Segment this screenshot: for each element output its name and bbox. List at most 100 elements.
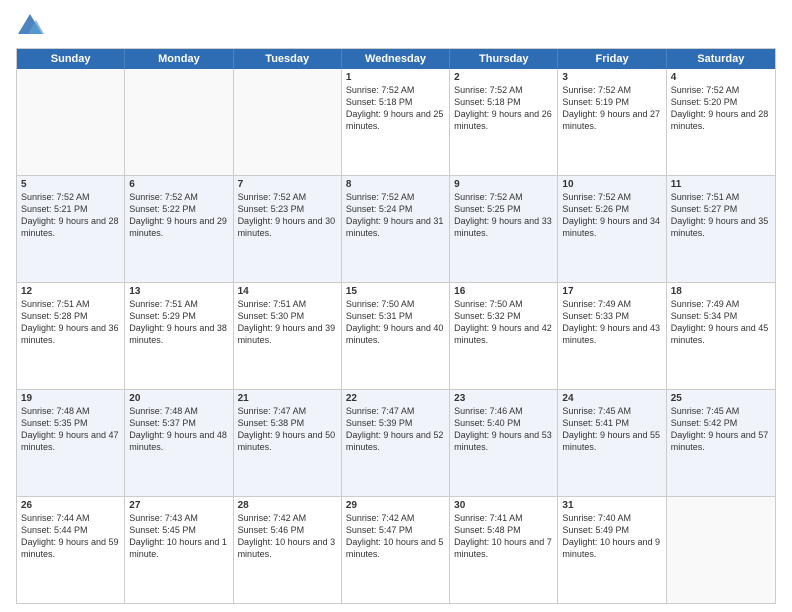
calendar-day-28: 28Sunrise: 7:42 AM Sunset: 5:46 PM Dayli… [234, 497, 342, 603]
day-info: Sunrise: 7:52 AM Sunset: 5:19 PM Dayligh… [562, 84, 661, 133]
calendar-week-4: 19Sunrise: 7:48 AM Sunset: 5:35 PM Dayli… [17, 389, 775, 496]
day-number: 26 [21, 500, 120, 511]
calendar-day-20: 20Sunrise: 7:48 AM Sunset: 5:37 PM Dayli… [125, 390, 233, 496]
day-number: 2 [454, 72, 553, 83]
day-number: 18 [671, 286, 771, 297]
calendar-day-21: 21Sunrise: 7:47 AM Sunset: 5:38 PM Dayli… [234, 390, 342, 496]
day-number: 13 [129, 286, 228, 297]
day-number: 7 [238, 179, 337, 190]
day-number: 24 [562, 393, 661, 404]
calendar-header: SundayMondayTuesdayWednesdayThursdayFrid… [17, 49, 775, 69]
calendar-day-2: 2Sunrise: 7:52 AM Sunset: 5:18 PM Daylig… [450, 69, 558, 175]
weekday-header-friday: Friday [558, 49, 666, 69]
calendar-day-31: 31Sunrise: 7:40 AM Sunset: 5:49 PM Dayli… [558, 497, 666, 603]
day-number: 9 [454, 179, 553, 190]
day-number: 11 [671, 179, 771, 190]
day-number: 30 [454, 500, 553, 511]
day-info: Sunrise: 7:51 AM Sunset: 5:29 PM Dayligh… [129, 298, 228, 347]
calendar-day-30: 30Sunrise: 7:41 AM Sunset: 5:48 PM Dayli… [450, 497, 558, 603]
day-number: 23 [454, 393, 553, 404]
day-number: 6 [129, 179, 228, 190]
weekday-header-monday: Monday [125, 49, 233, 69]
day-number: 3 [562, 72, 661, 83]
day-info: Sunrise: 7:45 AM Sunset: 5:41 PM Dayligh… [562, 405, 661, 454]
day-info: Sunrise: 7:45 AM Sunset: 5:42 PM Dayligh… [671, 405, 771, 454]
day-info: Sunrise: 7:51 AM Sunset: 5:27 PM Dayligh… [671, 191, 771, 240]
day-number: 20 [129, 393, 228, 404]
weekday-header-tuesday: Tuesday [234, 49, 342, 69]
calendar-day-12: 12Sunrise: 7:51 AM Sunset: 5:28 PM Dayli… [17, 283, 125, 389]
day-number: 31 [562, 500, 661, 511]
day-number: 15 [346, 286, 445, 297]
day-number: 4 [671, 72, 771, 83]
weekday-header-saturday: Saturday [667, 49, 775, 69]
day-info: Sunrise: 7:52 AM Sunset: 5:18 PM Dayligh… [346, 84, 445, 133]
calendar-day-4: 4Sunrise: 7:52 AM Sunset: 5:20 PM Daylig… [667, 69, 775, 175]
calendar-day-17: 17Sunrise: 7:49 AM Sunset: 5:33 PM Dayli… [558, 283, 666, 389]
calendar-day-14: 14Sunrise: 7:51 AM Sunset: 5:30 PM Dayli… [234, 283, 342, 389]
day-info: Sunrise: 7:40 AM Sunset: 5:49 PM Dayligh… [562, 512, 661, 561]
day-number: 17 [562, 286, 661, 297]
calendar-day-5: 5Sunrise: 7:52 AM Sunset: 5:21 PM Daylig… [17, 176, 125, 282]
day-info: Sunrise: 7:51 AM Sunset: 5:28 PM Dayligh… [21, 298, 120, 347]
calendar-day-9: 9Sunrise: 7:52 AM Sunset: 5:25 PM Daylig… [450, 176, 558, 282]
day-number: 8 [346, 179, 445, 190]
calendar-day-18: 18Sunrise: 7:49 AM Sunset: 5:34 PM Dayli… [667, 283, 775, 389]
calendar-week-1: 1Sunrise: 7:52 AM Sunset: 5:18 PM Daylig… [17, 69, 775, 175]
calendar-day-empty [234, 69, 342, 175]
day-info: Sunrise: 7:48 AM Sunset: 5:37 PM Dayligh… [129, 405, 228, 454]
weekday-header-thursday: Thursday [450, 49, 558, 69]
day-info: Sunrise: 7:44 AM Sunset: 5:44 PM Dayligh… [21, 512, 120, 561]
calendar-day-7: 7Sunrise: 7:52 AM Sunset: 5:23 PM Daylig… [234, 176, 342, 282]
day-info: Sunrise: 7:52 AM Sunset: 5:20 PM Dayligh… [671, 84, 771, 133]
calendar-day-22: 22Sunrise: 7:47 AM Sunset: 5:39 PM Dayli… [342, 390, 450, 496]
day-number: 14 [238, 286, 337, 297]
day-number: 28 [238, 500, 337, 511]
calendar: SundayMondayTuesdayWednesdayThursdayFrid… [16, 48, 776, 604]
day-number: 19 [21, 393, 120, 404]
calendar-day-3: 3Sunrise: 7:52 AM Sunset: 5:19 PM Daylig… [558, 69, 666, 175]
day-info: Sunrise: 7:52 AM Sunset: 5:22 PM Dayligh… [129, 191, 228, 240]
day-info: Sunrise: 7:49 AM Sunset: 5:33 PM Dayligh… [562, 298, 661, 347]
day-info: Sunrise: 7:50 AM Sunset: 5:32 PM Dayligh… [454, 298, 553, 347]
day-number: 10 [562, 179, 661, 190]
logo [16, 12, 48, 40]
day-info: Sunrise: 7:46 AM Sunset: 5:40 PM Dayligh… [454, 405, 553, 454]
day-info: Sunrise: 7:47 AM Sunset: 5:39 PM Dayligh… [346, 405, 445, 454]
calendar-day-8: 8Sunrise: 7:52 AM Sunset: 5:24 PM Daylig… [342, 176, 450, 282]
calendar-week-2: 5Sunrise: 7:52 AM Sunset: 5:21 PM Daylig… [17, 175, 775, 282]
calendar-day-29: 29Sunrise: 7:42 AM Sunset: 5:47 PM Dayli… [342, 497, 450, 603]
day-info: Sunrise: 7:52 AM Sunset: 5:18 PM Dayligh… [454, 84, 553, 133]
day-info: Sunrise: 7:52 AM Sunset: 5:25 PM Dayligh… [454, 191, 553, 240]
day-info: Sunrise: 7:51 AM Sunset: 5:30 PM Dayligh… [238, 298, 337, 347]
day-info: Sunrise: 7:43 AM Sunset: 5:45 PM Dayligh… [129, 512, 228, 561]
header [16, 12, 776, 40]
day-info: Sunrise: 7:42 AM Sunset: 5:46 PM Dayligh… [238, 512, 337, 561]
logo-icon [16, 12, 44, 40]
calendar-day-10: 10Sunrise: 7:52 AM Sunset: 5:26 PM Dayli… [558, 176, 666, 282]
weekday-header-wednesday: Wednesday [342, 49, 450, 69]
calendar-day-1: 1Sunrise: 7:52 AM Sunset: 5:18 PM Daylig… [342, 69, 450, 175]
day-number: 16 [454, 286, 553, 297]
calendar-day-16: 16Sunrise: 7:50 AM Sunset: 5:32 PM Dayli… [450, 283, 558, 389]
calendar-week-5: 26Sunrise: 7:44 AM Sunset: 5:44 PM Dayli… [17, 496, 775, 603]
calendar-day-19: 19Sunrise: 7:48 AM Sunset: 5:35 PM Dayli… [17, 390, 125, 496]
calendar-body: 1Sunrise: 7:52 AM Sunset: 5:18 PM Daylig… [17, 69, 775, 603]
day-number: 5 [21, 179, 120, 190]
day-number: 22 [346, 393, 445, 404]
day-info: Sunrise: 7:49 AM Sunset: 5:34 PM Dayligh… [671, 298, 771, 347]
day-number: 1 [346, 72, 445, 83]
calendar-day-24: 24Sunrise: 7:45 AM Sunset: 5:41 PM Dayli… [558, 390, 666, 496]
calendar-day-empty [125, 69, 233, 175]
day-number: 27 [129, 500, 228, 511]
day-info: Sunrise: 7:52 AM Sunset: 5:24 PM Dayligh… [346, 191, 445, 240]
weekday-header-sunday: Sunday [17, 49, 125, 69]
day-info: Sunrise: 7:52 AM Sunset: 5:23 PM Dayligh… [238, 191, 337, 240]
day-info: Sunrise: 7:50 AM Sunset: 5:31 PM Dayligh… [346, 298, 445, 347]
page: SundayMondayTuesdayWednesdayThursdayFrid… [0, 0, 792, 612]
calendar-day-23: 23Sunrise: 7:46 AM Sunset: 5:40 PM Dayli… [450, 390, 558, 496]
day-info: Sunrise: 7:41 AM Sunset: 5:48 PM Dayligh… [454, 512, 553, 561]
calendar-day-empty [667, 497, 775, 603]
calendar-day-15: 15Sunrise: 7:50 AM Sunset: 5:31 PM Dayli… [342, 283, 450, 389]
day-number: 25 [671, 393, 771, 404]
